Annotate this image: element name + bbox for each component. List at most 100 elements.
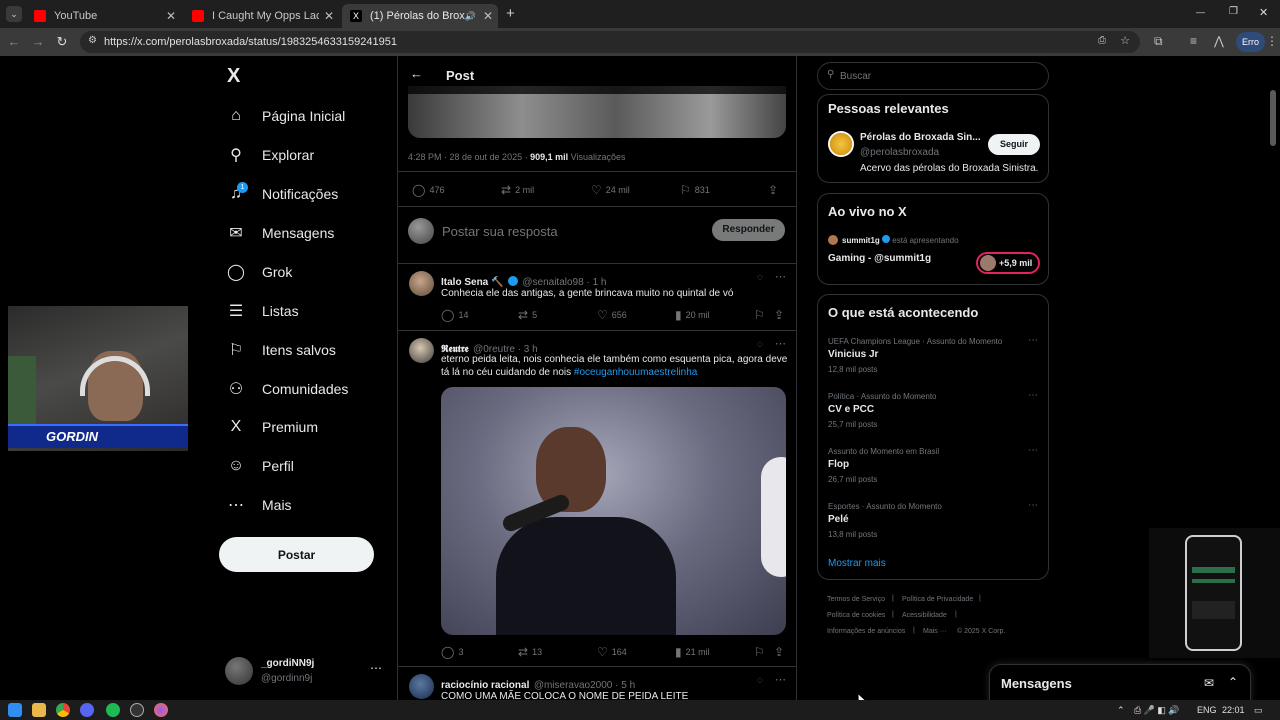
restore-button[interactable]: ❐ bbox=[1229, 6, 1238, 17]
repost-action[interactable]: ⇄ 13 bbox=[518, 645, 542, 659]
post-button[interactable]: Postar bbox=[219, 537, 374, 572]
more-icon[interactable]: ⋯ bbox=[1028, 390, 1038, 401]
notification-icon[interactable]: ▭ bbox=[1254, 705, 1263, 716]
keyboard-language[interactable]: ENG bbox=[1197, 705, 1217, 715]
close-tab-icon[interactable]: ✕ bbox=[478, 9, 498, 23]
more-icon[interactable]: ⋯ bbox=[775, 337, 786, 350]
sidebar-item-mais[interactable]: ⋯ Mais bbox=[226, 490, 292, 520]
sidebar-item-explorar[interactable]: ⚲ Explorar bbox=[226, 140, 314, 170]
account-switcher[interactable]: _gordiNN9j @gordinn9j ⋯ bbox=[225, 655, 385, 687]
like-action[interactable]: ♡ 24 mil bbox=[591, 183, 630, 197]
views-action[interactable]: ▮ 21 mil bbox=[675, 645, 710, 659]
x-logo[interactable]: X bbox=[227, 65, 240, 88]
sidebar-item-itens-salvos[interactable]: ⚐ Itens salvos bbox=[226, 335, 336, 365]
more-icon[interactable]: ⋯ bbox=[775, 673, 786, 686]
reply-button[interactable]: Responder bbox=[712, 219, 785, 241]
privacy-link[interactable]: Política de Privacidade bbox=[902, 596, 973, 603]
page-scrollbar[interactable] bbox=[1270, 90, 1276, 146]
like-action[interactable]: ♡ 164 bbox=[597, 645, 627, 659]
sidebar-item-perfil[interactable]: ☺ Perfil bbox=[226, 451, 294, 481]
compose-message-icon[interactable]: ✉ bbox=[1204, 676, 1214, 690]
more-link[interactable]: Mais ··· bbox=[923, 628, 947, 635]
account-more-icon[interactable]: ⋯ bbox=[370, 661, 382, 675]
share-action[interactable]: ⇪ bbox=[768, 183, 782, 197]
file-explorer-icon[interactable] bbox=[32, 703, 46, 717]
reload-icon[interactable]: ↻ bbox=[54, 34, 70, 50]
minimize-button[interactable]: — bbox=[1196, 7, 1205, 17]
speaker-icon[interactable]: 🔊 bbox=[465, 11, 476, 22]
grok-icon[interactable]: ◌ bbox=[757, 675, 763, 686]
share-action[interactable]: ⇪ bbox=[774, 308, 788, 322]
accessibility-link[interactable]: Acessibilidade bbox=[902, 612, 947, 619]
back-icon[interactable]: ← bbox=[6, 34, 22, 49]
more-icon[interactable]: ⋯ bbox=[775, 270, 786, 283]
follow-button[interactable]: Seguir bbox=[988, 134, 1040, 155]
messages-drawer[interactable]: Mensagens ✉ ⌃ bbox=[989, 664, 1251, 704]
back-arrow-icon[interactable]: ← bbox=[410, 66, 423, 81]
media-control-icon[interactable]: ≡ bbox=[1190, 34, 1197, 48]
obs-icon[interactable] bbox=[130, 703, 144, 717]
clock[interactable]: 22:01 bbox=[1222, 705, 1245, 715]
more-icon[interactable]: ⋯ bbox=[1028, 335, 1038, 346]
new-tab-button[interactable]: + bbox=[506, 5, 515, 22]
account-icon[interactable]: ⋀ bbox=[1214, 34, 1224, 48]
reply-video[interactable] bbox=[441, 387, 786, 635]
tab-youtube[interactable]: YouTube ✕ bbox=[26, 4, 181, 28]
sidebar-item-p-gina-inicial[interactable]: ⌂ Página Inicial bbox=[226, 101, 345, 131]
install-app-icon[interactable]: ⎙ bbox=[1098, 35, 1106, 46]
more-icon[interactable]: ⋯ bbox=[1028, 500, 1038, 511]
grok-icon[interactable]: ◌ bbox=[757, 339, 763, 350]
close-tab-icon[interactable]: ✕ bbox=[161, 9, 181, 23]
address-bar[interactable]: ⚙ https://x.com/perolasbroxada/status/19… bbox=[80, 31, 1140, 53]
cookies-link[interactable]: Política de cookies bbox=[827, 612, 885, 619]
sidebar-item-listas[interactable]: ☰ Listas bbox=[226, 296, 299, 326]
chevron-up-icon[interactable]: ⌃ bbox=[1228, 675, 1238, 689]
show-more-link[interactable]: Mostrar mais bbox=[828, 558, 886, 569]
site-info-icon[interactable]: ⚙ bbox=[88, 35, 97, 46]
grok-icon[interactable]: ◌ bbox=[757, 272, 763, 283]
sidebar-item-notifica-es[interactable]: ♫ 1 Notificações bbox=[226, 179, 338, 209]
sidebar-item-grok[interactable]: ◯ Grok bbox=[226, 257, 292, 287]
reply-input[interactable]: Postar sua resposta bbox=[442, 224, 558, 239]
chrome-icon[interactable] bbox=[56, 703, 70, 717]
sidebar-item-premium[interactable]: X Premium bbox=[226, 412, 318, 442]
live-card[interactable]: Ao vivo no X summit1g está apresentando … bbox=[817, 193, 1049, 285]
reply-action[interactable]: ◯ 476 bbox=[412, 183, 444, 197]
close-window-button[interactable]: ✕ bbox=[1259, 6, 1268, 19]
close-tab-icon[interactable]: ✕ bbox=[319, 9, 339, 23]
avatar[interactable] bbox=[828, 131, 854, 157]
hashtag-link[interactable]: #oceuganhouumaestrelinha bbox=[574, 367, 697, 378]
sidebar-item-comunidades[interactable]: ⚇ Comunidades bbox=[226, 374, 349, 404]
reply-action[interactable]: ◯ 3 bbox=[441, 645, 463, 659]
more-icon[interactable]: ⋯ bbox=[1028, 445, 1038, 456]
bookmark-action[interactable]: ⚐ bbox=[754, 645, 769, 659]
menu-kebab-icon[interactable]: ⋮ bbox=[1266, 34, 1278, 48]
reply-action[interactable]: ◯ 14 bbox=[441, 308, 468, 322]
list-item[interactable]: Italo Sena 🔨 @senaitalo98 · 1 h ◌ ⋯ Conh… bbox=[398, 264, 796, 330]
tab-list-dropdown-button[interactable]: ⌄ bbox=[6, 6, 22, 22]
list-item[interactable]: 𝕽𝖊𝖚𝖙𝖗𝖊 @0reutre · 3 h ◌ ⋯ eterno peida l… bbox=[398, 331, 796, 665]
bookmark-star-icon[interactable]: ☆ bbox=[1120, 34, 1130, 47]
bookmark-action[interactable]: ⚐ 831 bbox=[680, 183, 710, 197]
extensions-icon[interactable]: ⧉ bbox=[1154, 34, 1163, 49]
tab-video[interactable]: I Caught My Opps Lacking & T ✕ bbox=[184, 4, 339, 28]
bookmark-action[interactable]: ⚐ bbox=[754, 308, 769, 322]
windows-start-icon[interactable] bbox=[8, 703, 22, 717]
share-action[interactable]: ⇪ bbox=[774, 645, 788, 659]
search-input[interactable]: ⚲ Buscar bbox=[817, 62, 1049, 90]
tab-x-post[interactable]: X (1) Pérolas do Broxada Sinis 🔊 ✕ bbox=[342, 4, 498, 28]
discord-icon[interactable] bbox=[80, 703, 94, 717]
terms-link[interactable]: Termos de Serviço bbox=[827, 596, 885, 603]
like-action[interactable]: ♡ 656 bbox=[597, 308, 627, 322]
tray-icons[interactable]: ⎙ 🎤 ◧ 🔊 bbox=[1134, 705, 1180, 716]
repost-action[interactable]: ⇄ 2 mil bbox=[501, 183, 534, 197]
forward-icon[interactable]: → bbox=[30, 34, 46, 49]
profile-name[interactable]: Pérolas do Broxada Sin... bbox=[860, 132, 981, 143]
sidebar-item-mensagens[interactable]: ✉ Mensagens bbox=[226, 218, 334, 248]
spotify-icon[interactable] bbox=[106, 703, 120, 717]
ads-info-link[interactable]: Informações de anúncios bbox=[827, 628, 905, 635]
views-action[interactable]: ▮ 20 mil bbox=[675, 308, 710, 322]
tray-chevron-icon[interactable]: ⌃ bbox=[1117, 705, 1125, 716]
firefox-icon[interactable] bbox=[154, 703, 168, 717]
profile-error-badge[interactable]: Erro bbox=[1236, 32, 1266, 52]
